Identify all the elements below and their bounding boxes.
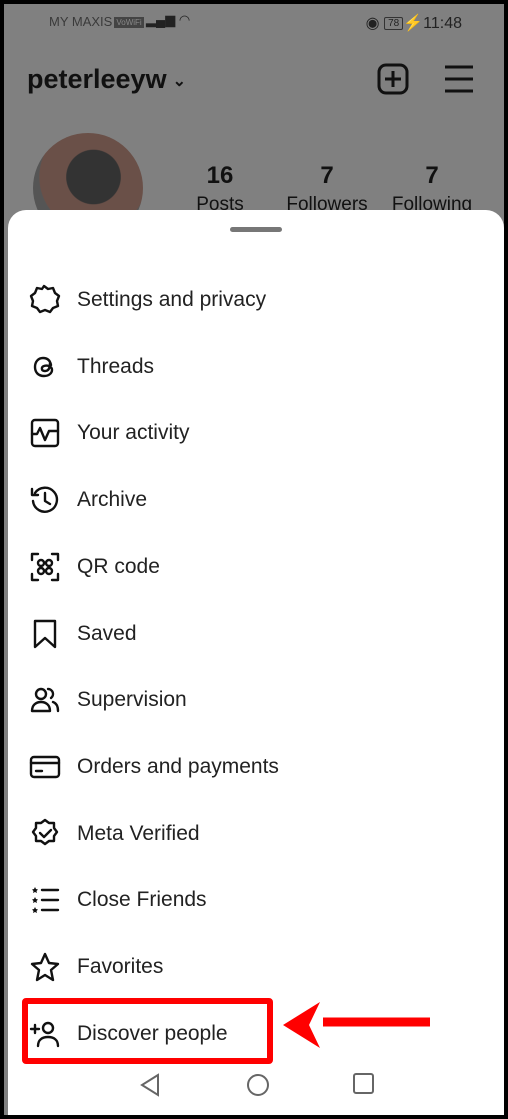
drag-handle[interactable] [230, 227, 282, 232]
charging-icon: ⚡ [403, 15, 424, 32]
stat-followers[interactable]: 7 Followers [277, 162, 377, 216]
menu-item-archive[interactable]: Archive [8, 470, 504, 530]
menu-item-label: Threads [77, 354, 155, 378]
menu-item-label: Saved [77, 621, 137, 645]
status-bar: MY MAXIS VoWiFi ▂▄▆ ◠ ◉ 78 ⚡11:48 [4, 12, 504, 32]
menu-item-label: Close Friends [77, 888, 207, 912]
menu-item-favorites[interactable]: Favorites [8, 937, 504, 997]
supervision-icon [28, 683, 62, 717]
menu-item-label: Archive [77, 488, 148, 512]
bookmark-icon [28, 617, 62, 651]
followers-count: 7 [320, 162, 334, 189]
account-switcher[interactable]: peterleeyw ⌄ [27, 64, 186, 95]
menu-item-supervision[interactable]: Supervision [8, 670, 504, 730]
menu-item-threads[interactable]: Threads [8, 337, 504, 397]
create-post-icon[interactable] [376, 62, 410, 96]
screen: MY MAXIS VoWiFi ▂▄▆ ◠ ◉ 78 ⚡11:48 peterlee… [4, 4, 504, 1115]
eye-icon: ◉ [365, 15, 380, 32]
status-right: ◉ 78 ⚡11:48 [366, 13, 462, 33]
menu-item-qr-code[interactable]: QR code [8, 537, 504, 597]
menu-item-settings-and-privacy[interactable]: Settings and privacy [8, 270, 504, 330]
annotation-arrow-icon [283, 1002, 430, 1048]
menu-item-orders-and-payments[interactable]: Orders and payments [8, 737, 504, 797]
menu-item-label: Favorites [77, 955, 164, 978]
threads-icon [28, 350, 62, 384]
stat-following[interactable]: 7 Following [382, 162, 482, 216]
highlight-box [22, 998, 273, 1064]
qr-code-icon [28, 550, 62, 584]
clock: 11:48 [423, 15, 462, 32]
archive-icon [28, 483, 62, 517]
recents-icon[interactable] [353, 1073, 375, 1095]
credit-card-icon [28, 750, 62, 784]
menu-item-your-activity[interactable]: Your activity [8, 403, 504, 463]
menu-item-label: QR code [77, 554, 160, 578]
menu-item-saved[interactable]: Saved [8, 604, 504, 664]
posts-count: 16 [206, 162, 234, 189]
menu-icon[interactable] [443, 64, 475, 94]
username: peterleeyw [27, 64, 167, 94]
activity-icon [28, 416, 62, 450]
system-nav-bar [8, 1071, 504, 1101]
star-icon [28, 950, 62, 984]
menu-item-label: Your activity [77, 421, 190, 445]
vowifi-badge: VoWiFi [114, 17, 144, 29]
bottom-sheet-menu: Settings and privacy Threads Your activity… [8, 210, 504, 1115]
menu-item-label: Settings and privacy [77, 288, 267, 311]
menu-item-label: Orders and payments [77, 754, 279, 778]
signal-icon: ▂▄▆ ◠ [146, 12, 191, 27]
chevron-down-icon: ⌄ [172, 72, 186, 90]
battery-icon: 78 [384, 17, 404, 31]
home-icon[interactable] [246, 1073, 270, 1097]
carrier-name: MY MAXIS [49, 14, 113, 29]
back-icon[interactable] [139, 1073, 161, 1097]
menu-item-label: Meta Verified [77, 821, 200, 845]
stat-posts[interactable]: 16 Posts [170, 162, 270, 216]
close-friends-icon [28, 883, 62, 917]
menu-item-meta-verified[interactable]: Meta Verified [8, 804, 504, 864]
gear-icon [28, 283, 62, 317]
menu-item-label: Supervision [77, 688, 187, 712]
carrier: MY MAXIS VoWiFi [49, 14, 144, 29]
following-count: 7 [425, 162, 439, 189]
menu-item-close-friends[interactable]: Close Friends [8, 870, 504, 930]
verified-badge-icon [28, 817, 62, 851]
